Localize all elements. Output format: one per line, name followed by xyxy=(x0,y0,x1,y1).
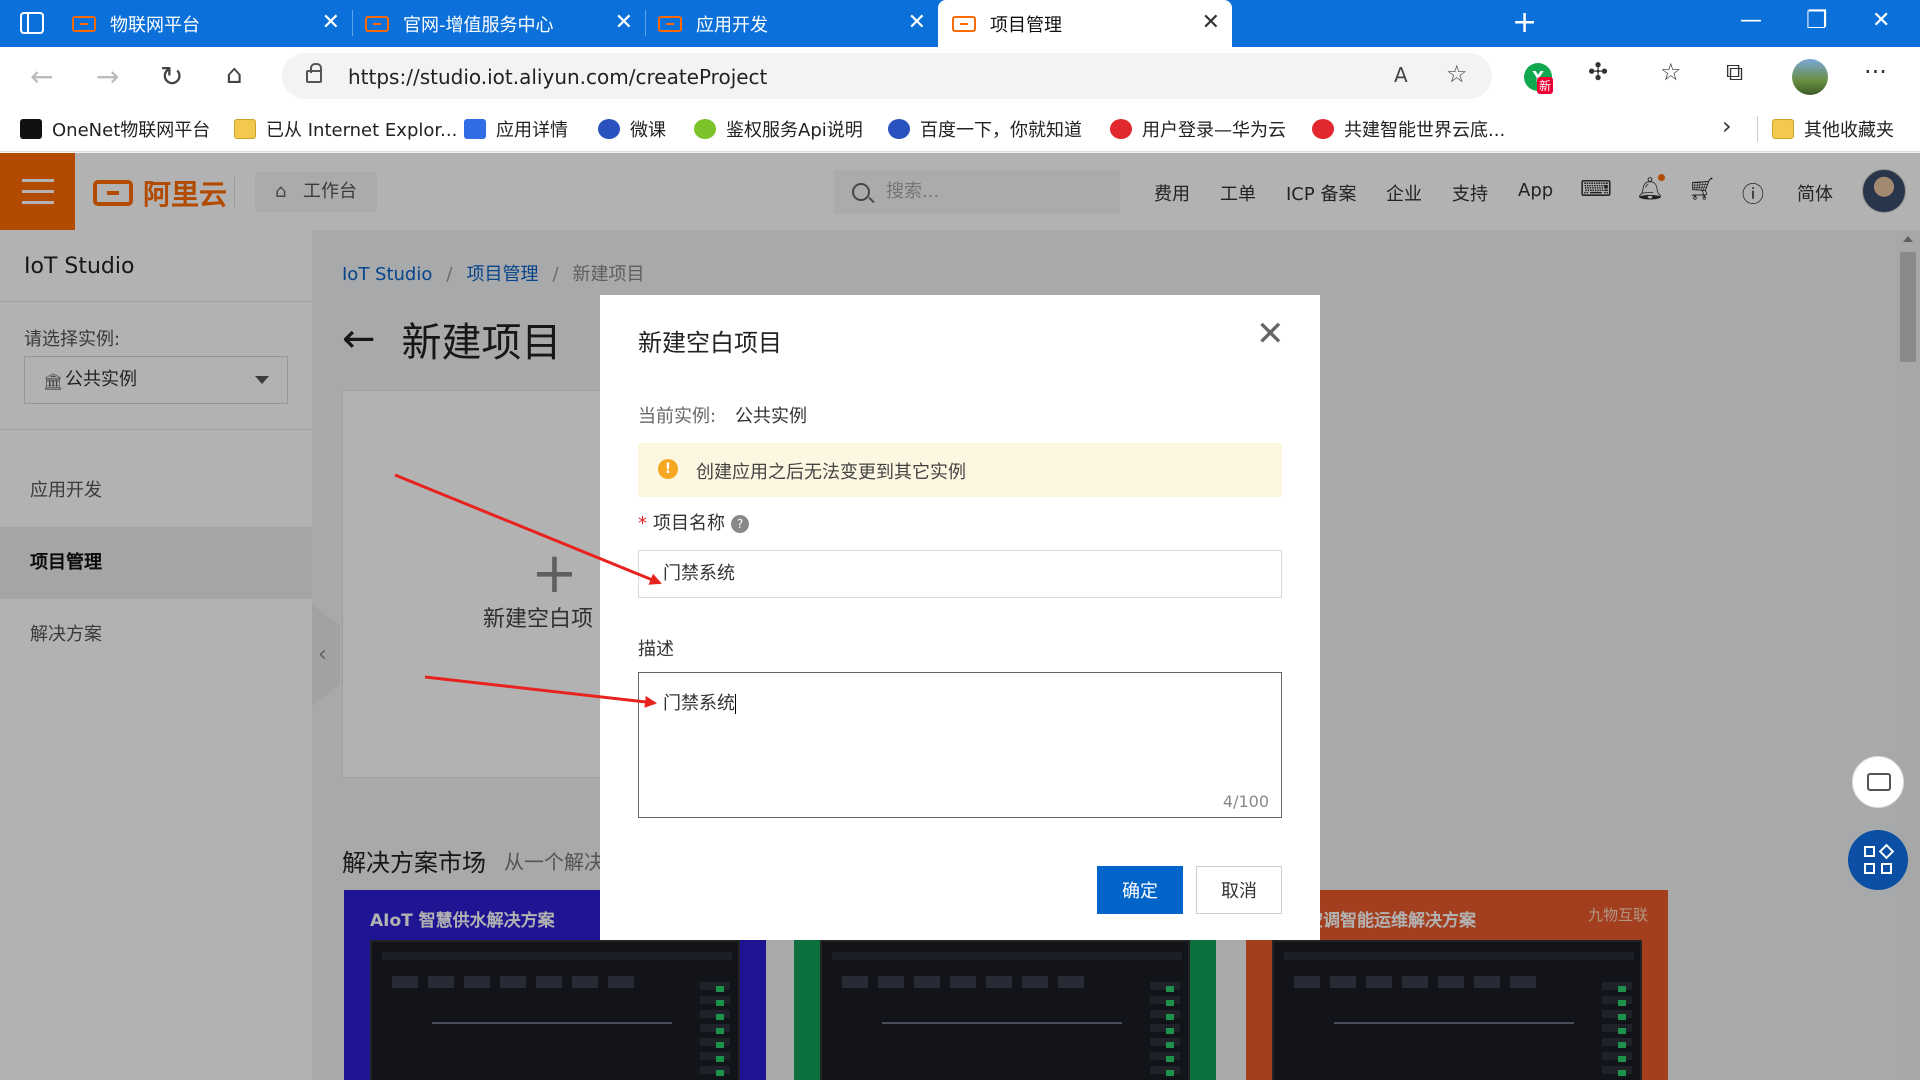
description-textarea[interactable]: 门禁系统 4/100 xyxy=(638,672,1282,818)
home-icon[interactable]: ⌂ xyxy=(226,60,243,90)
close-icon[interactable]: ✕ xyxy=(908,10,926,35)
bookmark-app-detail[interactable]: 应用详情 xyxy=(464,116,568,142)
warning-alert: ! 创建应用之后无法变更到其它实例 xyxy=(638,443,1282,497)
project-name-label: * 项目名称? xyxy=(638,509,749,535)
text-cursor xyxy=(735,694,736,714)
aliyun-favicon-icon xyxy=(952,15,976,32)
confirm-button[interactable]: 确定 xyxy=(1097,866,1183,914)
minimize-icon[interactable]: — xyxy=(1740,8,1762,33)
extensions-puzzle-icon[interactable]: ✣ xyxy=(1588,58,1608,86)
tab-actions-icon[interactable] xyxy=(20,12,44,34)
browser-tab-bar: 物联网平台 ✕ 官网-增值服务中心 ✕ 应用开发 ✕ 项目管理 ✕ + — ❐ … xyxy=(0,0,1920,47)
huawei-icon xyxy=(1312,119,1334,139)
help-icon[interactable]: ? xyxy=(731,515,749,533)
address-bar: ← → ↻ ⌂ https://studio.iot.aliyun.com/cr… xyxy=(0,47,1920,105)
refresh-icon[interactable]: ↻ xyxy=(160,60,183,93)
warning-icon: ! xyxy=(658,459,678,479)
app-icon xyxy=(464,119,486,139)
bookmark-ie-folder[interactable]: 已从 Internet Explor... xyxy=(234,116,457,142)
close-icon[interactable]: ✕ xyxy=(322,10,340,35)
huawei-icon xyxy=(1110,119,1132,139)
description-label: 描述 xyxy=(638,639,674,660)
new-badge: 新 xyxy=(1537,77,1554,94)
folder-icon xyxy=(234,119,256,139)
required-mark: * xyxy=(638,513,647,534)
bookmark-baidu[interactable]: 百度一下，你就知道 xyxy=(888,116,1082,142)
tab-iot-platform[interactable]: 物联网平台 ✕ xyxy=(60,0,352,47)
project-name-input[interactable]: 门禁系统 xyxy=(638,550,1282,598)
read-aloud-icon[interactable]: A xyxy=(1394,63,1408,87)
char-counter: 4/100 xyxy=(1222,792,1269,811)
url-field[interactable]: https://studio.iot.aliyun.com/createProj… xyxy=(282,53,1492,99)
aliyun-favicon-icon xyxy=(72,15,96,32)
back-icon[interactable]: ← xyxy=(30,60,53,93)
dialog-title: 新建空白项目 xyxy=(638,329,782,357)
tab-project-management[interactable]: 项目管理 ✕ xyxy=(938,0,1232,47)
weike-icon xyxy=(598,119,620,139)
forward-icon[interactable]: → xyxy=(96,60,119,93)
close-icon[interactable]: ✕ xyxy=(1202,10,1220,35)
close-icon[interactable]: ✕ xyxy=(1256,317,1285,351)
close-icon[interactable]: ✕ xyxy=(615,10,633,35)
baidu-icon xyxy=(888,119,910,139)
apps-grid-button[interactable] xyxy=(1848,830,1908,890)
more-menu-icon[interactable]: ··· xyxy=(1864,58,1887,86)
bookmark-other-folder[interactable]: 其他收藏夹 xyxy=(1772,116,1894,142)
lock-icon[interactable] xyxy=(306,63,322,83)
grid-icon xyxy=(1864,846,1875,857)
chat-icon xyxy=(1867,773,1891,791)
aliyun-favicon-icon xyxy=(658,15,682,32)
folder-icon xyxy=(1772,119,1794,139)
new-blank-project-dialog: 新建空白项目 ✕ 当前实例: 公共实例 ! 创建应用之后无法变更到其它实例 * 项… xyxy=(600,295,1320,940)
tab-value-added-services[interactable]: 官网-增值服务中心 ✕ xyxy=(353,0,645,47)
bookmarks-bar: OneNet物联网平台 已从 Internet Explor... 应用详情 微… xyxy=(0,105,1920,152)
current-instance-value: 公共实例 xyxy=(735,406,807,427)
bookmark-weike[interactable]: 微课 xyxy=(598,116,666,142)
current-instance-label: 当前实例: xyxy=(638,406,717,427)
restore-icon[interactable]: ❐ xyxy=(1806,6,1828,34)
feedback-chat-button[interactable] xyxy=(1852,756,1904,808)
cancel-button[interactable]: 取消 xyxy=(1196,866,1282,914)
onenet-icon xyxy=(20,119,42,139)
add-favorite-icon[interactable]: ☆ xyxy=(1446,60,1468,88)
leaf-icon xyxy=(694,119,716,139)
tab-app-development[interactable]: 应用开发 ✕ xyxy=(646,0,938,47)
bookmark-onenet[interactable]: OneNet物联网平台 xyxy=(20,116,210,142)
new-tab-icon[interactable]: + xyxy=(1512,5,1537,40)
profile-avatar[interactable] xyxy=(1792,59,1828,95)
chevron-right-icon[interactable]: › xyxy=(1722,112,1732,140)
bookmark-huawei-login[interactable]: 用户登录—华为云 xyxy=(1110,116,1286,142)
collections-icon[interactable]: ⧉ xyxy=(1726,58,1743,86)
aliyun-favicon-icon xyxy=(365,15,389,32)
favorites-icon[interactable]: ☆ xyxy=(1660,58,1682,86)
bookmark-auth-api[interactable]: 鉴权服务Api说明 xyxy=(694,116,863,142)
window-close-icon[interactable]: ✕ xyxy=(1872,8,1890,33)
bookmark-huawei-cloud[interactable]: 共建智能世界云底... xyxy=(1312,116,1505,142)
